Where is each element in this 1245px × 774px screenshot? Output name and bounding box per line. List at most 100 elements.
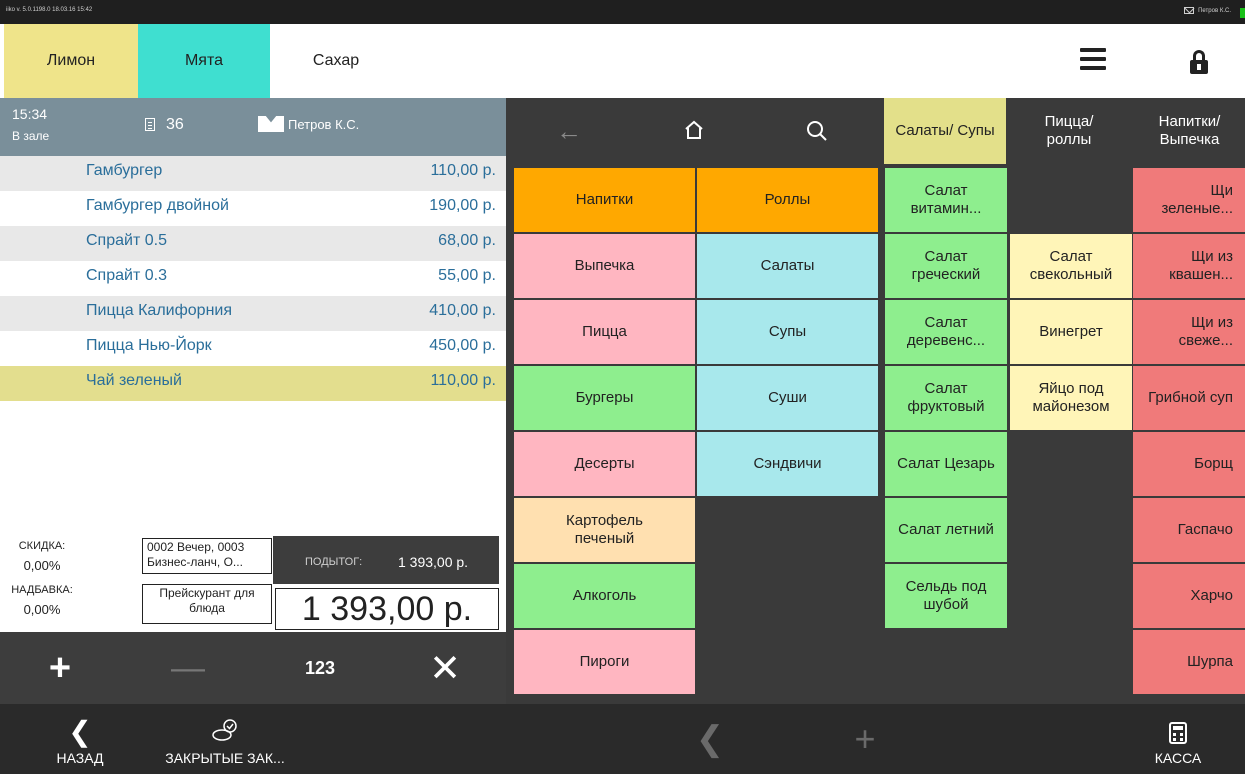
product-button[interactable]: Салат летний <box>885 498 1007 562</box>
chevron-left-icon: ❮ <box>68 716 92 747</box>
category-pizza[interactable]: Пицца <box>514 300 695 364</box>
item-name: Пицца Нью-Йорк <box>86 337 212 354</box>
back-arrow-icon[interactable]: ← <box>556 116 582 147</box>
connection-indicator <box>1240 8 1245 18</box>
product-button[interactable]: Гаспачо <box>1133 498 1245 562</box>
order-items-list: Гамбургер 110,00 р. Гамбургер двойной 19… <box>0 156 506 536</box>
item-name: Гамбургер двойной <box>86 197 229 214</box>
chevron-left-icon[interactable]: ❮ <box>690 704 730 774</box>
item-price: 450,00 р. <box>429 337 496 354</box>
waiter-name: Петров К.С. <box>288 117 360 132</box>
order-row[interactable]: Гамбургер 110,00 р. <box>0 156 506 191</box>
category-rolls[interactable]: Роллы <box>697 168 878 232</box>
home-icon[interactable] <box>684 120 704 140</box>
add-quantity-button[interactable]: + <box>0 632 120 704</box>
markup-label: НАДБАВКА: <box>11 584 73 596</box>
group-drinks-bakery[interactable]: Напитки/ Выпечка <box>1134 98 1245 164</box>
hamburger-menu-icon[interactable] <box>1080 48 1106 70</box>
search-icon[interactable] <box>806 120 828 142</box>
lock-icon[interactable] <box>1189 50 1209 74</box>
order-row[interactable]: Пицца Нью-Йорк 450,00 р. <box>0 331 506 366</box>
order-row[interactable]: Гамбургер двойной 190,00 р. <box>0 191 506 226</box>
cash-register-label: КАССА <box>1154 750 1202 766</box>
group-pizza-rolls[interactable]: Пицца/ роллы <box>1008 98 1130 164</box>
product-button[interactable]: Щи из свеже... <box>1133 300 1245 364</box>
category-sandwiches[interactable]: Сэндвичи <box>697 432 878 496</box>
order-tabs-bar: Лимон Мята Сахар <box>0 24 1245 98</box>
category-drinks[interactable]: Напитки <box>514 168 695 232</box>
waiter-icon <box>258 116 284 132</box>
order-location: В зале <box>12 129 50 143</box>
mail-icon <box>1184 7 1195 14</box>
discount-label: СКИДКА: <box>18 540 66 552</box>
category-soups[interactable]: Супы <box>697 300 878 364</box>
item-price: 55,00 р. <box>438 267 496 284</box>
document-icon <box>145 118 155 131</box>
product-button[interactable]: Салат греческий <box>885 234 1007 298</box>
tab-lemon[interactable]: Лимон <box>4 24 138 98</box>
order-row[interactable]: Спрайт 0.3 55,00 р. <box>0 261 506 296</box>
plus-icon[interactable]: + <box>845 704 885 774</box>
item-name: Чай зеленый <box>86 372 182 389</box>
product-button[interactable]: Щи из квашен... <box>1133 234 1245 298</box>
calculator-icon <box>1169 722 1187 744</box>
delete-item-button[interactable]: ✕ <box>385 632 505 704</box>
subtotal-value: 1 393,00 р. <box>398 554 469 570</box>
back-button[interactable]: ❮ НАЗАД <box>40 704 120 774</box>
category-salads[interactable]: Салаты <box>697 234 878 298</box>
order-time: 15:34 <box>12 106 48 122</box>
category-desserts[interactable]: Десерты <box>514 432 695 496</box>
subtotal-label: ПОДЫТОГ: <box>305 556 363 568</box>
product-button[interactable]: Салат фруктовый <box>885 366 1007 430</box>
item-name: Пицца Калифорния <box>86 302 232 319</box>
product-button[interactable]: Харчо <box>1133 564 1245 628</box>
version-text: iiko v. 5.0.1198.0 18.03.16 15:42 <box>6 7 93 13</box>
bottom-bar: ❮ НАЗАД ЗАКРЫТЫЕ ЗАК... ❮ + КАССА <box>0 704 1245 774</box>
product-button[interactable]: Салат деревенс... <box>885 300 1007 364</box>
item-price: 410,00 р. <box>429 302 496 319</box>
product-button[interactable]: Винегрет <box>1010 300 1132 364</box>
category-sushi[interactable]: Суши <box>697 366 878 430</box>
catalog-nav: ← <box>506 98 882 166</box>
tab-mint[interactable]: Мята <box>138 24 270 98</box>
product-button[interactable]: Салат витамин... <box>885 168 1007 232</box>
cash-register-button[interactable]: КАССА <box>1140 704 1216 774</box>
category-burgers[interactable]: Бургеры <box>514 366 695 430</box>
item-price: 68,00 р. <box>438 232 496 249</box>
category-baked-potato[interactable]: Картофель печеный <box>514 498 695 562</box>
product-button[interactable]: Борщ <box>1133 432 1245 496</box>
product-button[interactable]: Грибной суп <box>1133 366 1245 430</box>
status-bar: iiko v. 5.0.1198.0 18.03.16 15:42 Петров… <box>0 0 1245 24</box>
product-button[interactable]: Щи зеленые... <box>1133 168 1245 232</box>
tab-sugar[interactable]: Сахар <box>270 24 402 98</box>
back-label: НАЗАД <box>56 750 104 766</box>
category-pies[interactable]: Пироги <box>514 630 695 694</box>
product-button[interactable]: Салат Цезарь <box>885 432 1007 496</box>
product-button[interactable]: Сельдь под шубой <box>885 564 1007 628</box>
closed-orders-button[interactable]: ЗАКРЫТЫЕ ЗАК... <box>150 704 300 774</box>
discount-program[interactable]: 0002 Вечер, 0003 Бизнес-ланч, О... <box>142 538 272 574</box>
category-bakery[interactable]: Выпечка <box>514 234 695 298</box>
order-header[interactable]: 15:34 В зале 36 Петров К.С. <box>0 98 506 156</box>
item-price: 110,00 р. <box>430 372 496 389</box>
item-name: Спрайт 0.5 <box>86 232 167 249</box>
group-salads-soups[interactable]: Салаты/ Супы <box>884 98 1006 164</box>
remove-quantity-button[interactable]: — <box>128 632 248 704</box>
product-button[interactable]: Салат свекольный <box>1010 234 1132 298</box>
numpad-button[interactable]: 123 <box>260 632 380 704</box>
category-alcohol[interactable]: Алкоголь <box>514 564 695 628</box>
product-button[interactable]: Яйцо под майонезом <box>1010 366 1132 430</box>
order-totals: СКИДКА: 0,00% НАДБАВКА: 0,00% 0002 Вечер… <box>0 536 506 632</box>
order-row-selected[interactable]: Чай зеленый 110,00 р. <box>0 366 506 401</box>
order-row[interactable]: Пицца Калифорния 410,00 р. <box>0 296 506 331</box>
price-list-selector[interactable]: Прейскурант для блюда <box>142 584 272 624</box>
item-name: Спрайт 0.3 <box>86 267 167 284</box>
order-total: 1 393,00 р. <box>275 588 499 630</box>
order-row[interactable]: Спрайт 0.5 68,00 р. <box>0 226 506 261</box>
order-actions: + — 123 ✕ <box>0 632 506 704</box>
closed-orders-icon <box>212 719 237 741</box>
pos-app: iiko v. 5.0.1198.0 18.03.16 15:42 Петров… <box>0 0 1245 774</box>
product-button[interactable]: Шурпа <box>1133 630 1245 694</box>
item-name: Гамбургер <box>86 162 163 179</box>
item-price: 110,00 р. <box>430 162 496 179</box>
